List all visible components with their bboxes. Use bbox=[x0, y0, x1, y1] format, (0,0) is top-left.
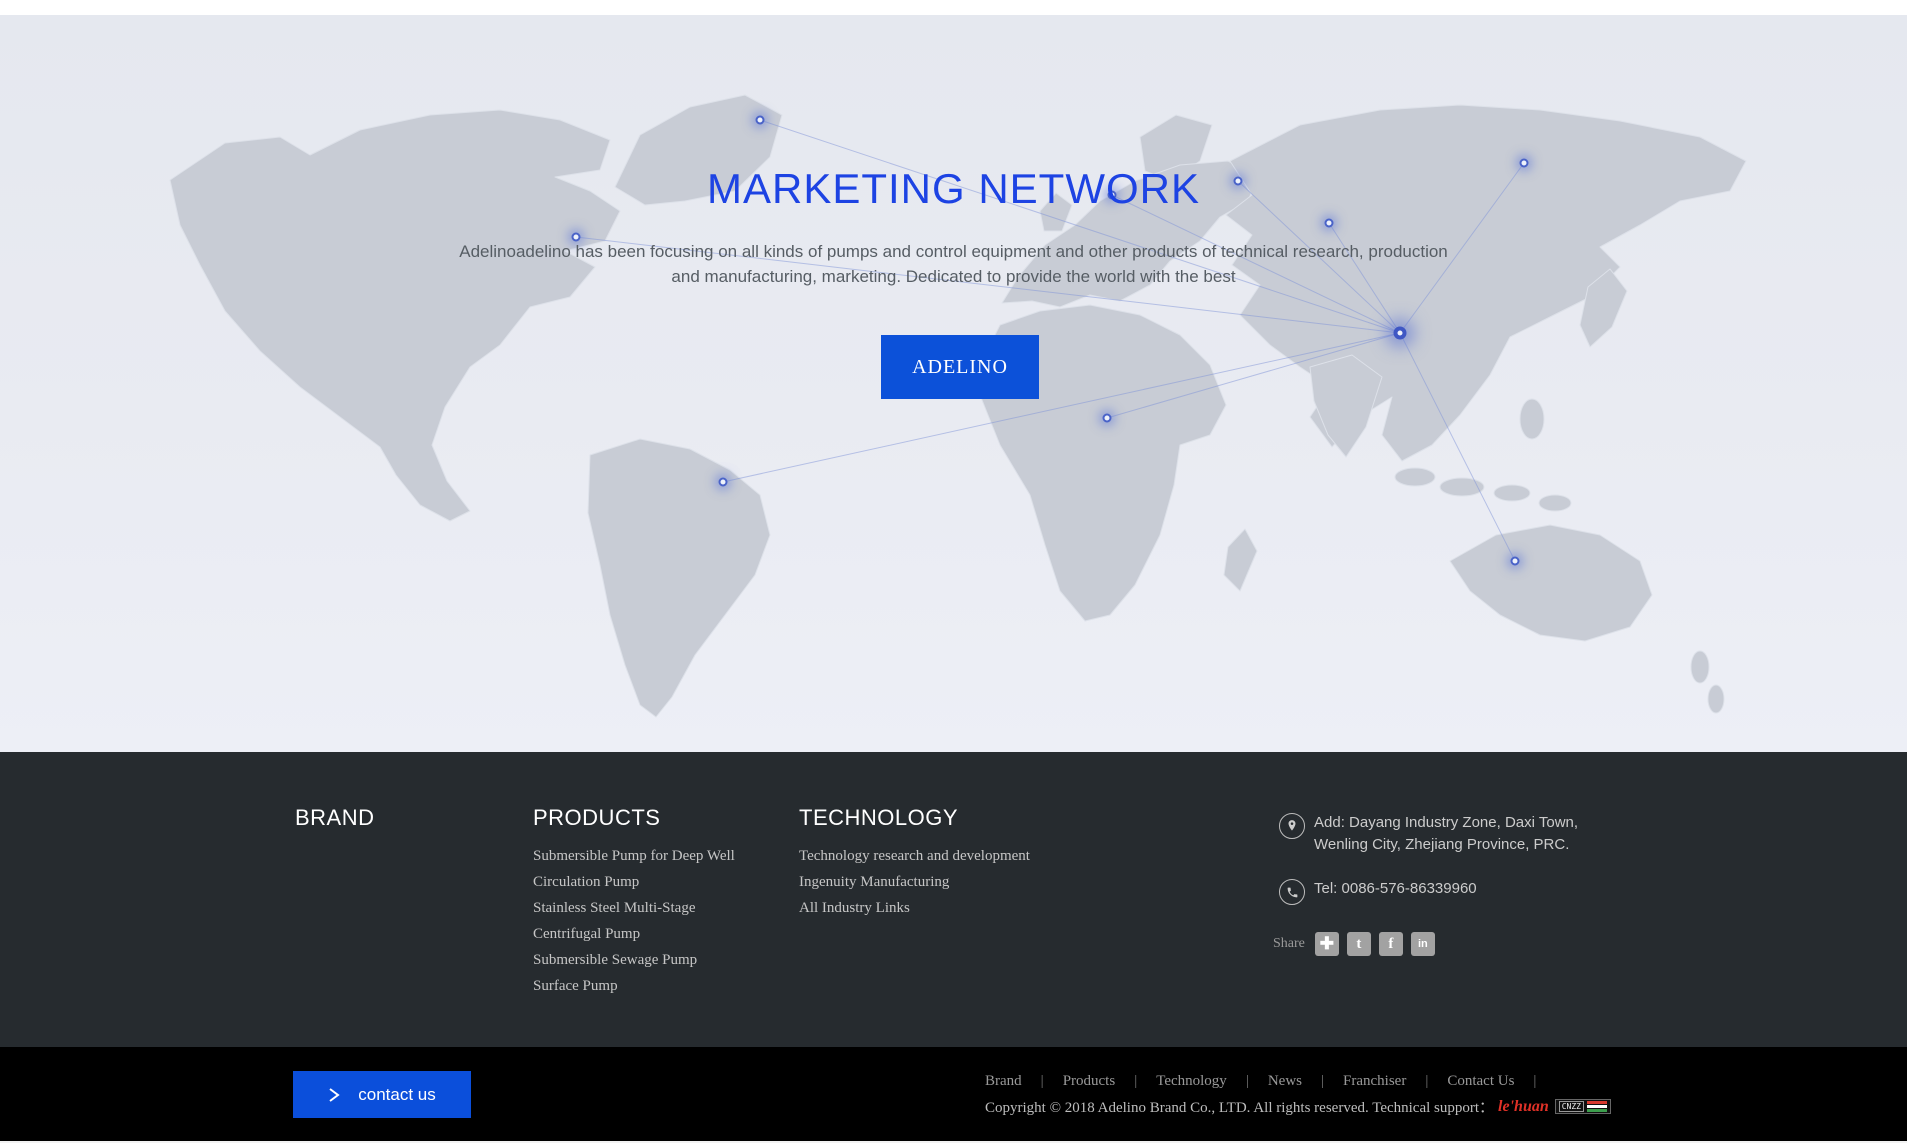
footer-column-products: PRODUCTS Submersible Pump for Deep Well … bbox=[533, 805, 765, 999]
bottom-nav-franchiser[interactable]: Franchiser bbox=[1343, 1073, 1406, 1090]
bottom-nav-technology[interactable]: Technology bbox=[1156, 1073, 1227, 1090]
footer-link-product[interactable]: Submersible Pump for Deep Well bbox=[533, 843, 765, 869]
bottom-bar: contact us Brand | Products | Technology… bbox=[0, 1047, 1907, 1143]
twitter-icon[interactable]: t bbox=[1347, 932, 1371, 956]
hero-section: MARKETING NETWORK Adelinoadelino has bee… bbox=[0, 15, 1907, 752]
nav-separator: | bbox=[1246, 1073, 1249, 1090]
map-location-dot-brazil bbox=[719, 478, 728, 487]
bottom-nav-news[interactable]: News bbox=[1268, 1073, 1302, 1090]
telephone-row: Tel: 0086-576-86339960 bbox=[1279, 878, 1639, 900]
map-hub-dot-china bbox=[1394, 327, 1407, 340]
copyright-row: Copyright © 2018 Adelino Brand Co., LTD.… bbox=[985, 1096, 1611, 1117]
footer-link-technology[interactable]: Technology research and development bbox=[799, 843, 1059, 869]
footer-link-product[interactable]: Circulation Pump bbox=[533, 869, 765, 895]
footer-link-product[interactable]: Stainless Steel Multi-Stage Centrifugal … bbox=[533, 895, 765, 947]
facebook-icon[interactable]: f bbox=[1379, 932, 1403, 956]
footer-link-product[interactable]: Submersible Sewage Pump bbox=[533, 947, 765, 973]
nav-separator: | bbox=[1041, 1073, 1044, 1090]
hero-description-line2: and manufacturing, marketing. Dedicated … bbox=[0, 264, 1907, 289]
map-location-dot-central-asia bbox=[1325, 219, 1334, 228]
location-pin-icon bbox=[1279, 813, 1305, 839]
contact-us-button[interactable]: contact us bbox=[293, 1071, 471, 1118]
map-location-dot-greenland bbox=[756, 116, 765, 125]
marketing-network-page: MARKETING NETWORK Adelinoadelino has bee… bbox=[0, 0, 1907, 1143]
bottom-nav: Brand | Products | Technology | News | F… bbox=[985, 1073, 1555, 1090]
cnzz-stripes-icon bbox=[1587, 1101, 1607, 1112]
hero-description-line1: Adelinoadelino has been focusing on all … bbox=[0, 239, 1907, 264]
address-line2: Wenling City, Zhejiang Province, PRC. bbox=[1314, 834, 1639, 856]
bottom-nav-contact-us[interactable]: Contact Us bbox=[1447, 1073, 1514, 1090]
footer-heading-brand: BRAND bbox=[295, 805, 375, 831]
address-line1: Add: Dayang Industry Zone, Daxi Town, bbox=[1314, 812, 1639, 834]
footer-link-technology[interactable]: All Industry Links bbox=[799, 895, 1059, 921]
share-row: Share ✚ t f in bbox=[1273, 932, 1443, 956]
copyright-text: Copyright © 2018 Adelino Brand Co., LTD.… bbox=[985, 1096, 1494, 1117]
footer-section: BRAND PRODUCTS Submersible Pump for Deep… bbox=[0, 752, 1907, 1047]
bottom-nav-brand[interactable]: Brand bbox=[985, 1073, 1022, 1090]
chevron-right-icon bbox=[328, 1087, 340, 1103]
share-plus-icon[interactable]: ✚ bbox=[1315, 932, 1339, 956]
footer-column-technology: TECHNOLOGY Technology research and devel… bbox=[799, 805, 1059, 921]
telephone-number: Tel: 0086-576-86339960 bbox=[1314, 878, 1639, 900]
contact-us-label: contact us bbox=[358, 1085, 436, 1105]
map-location-dot-africa bbox=[1103, 414, 1112, 423]
cnzz-badge[interactable]: CNZZ bbox=[1555, 1099, 1611, 1114]
cnzz-label: CNZZ bbox=[1559, 1101, 1584, 1112]
nav-separator: | bbox=[1134, 1073, 1137, 1090]
footer-heading-products: PRODUCTS bbox=[533, 805, 765, 831]
nav-separator: | bbox=[1533, 1073, 1536, 1090]
adelino-button[interactable]: ADELINO bbox=[881, 335, 1039, 399]
footer-contact-block: Add: Dayang Industry Zone, Daxi Town, We… bbox=[1279, 812, 1639, 900]
page-title: MARKETING NETWORK bbox=[0, 165, 1907, 213]
bottom-nav-products[interactable]: Products bbox=[1063, 1073, 1116, 1090]
map-location-dot-australia bbox=[1511, 557, 1520, 566]
hero-description: Adelinoadelino has been focusing on all … bbox=[0, 239, 1907, 289]
footer-heading-technology: TECHNOLOGY bbox=[799, 805, 1059, 831]
phone-icon bbox=[1279, 879, 1305, 905]
footer-link-product[interactable]: Surface Pump bbox=[533, 973, 765, 999]
footer-link-technology[interactable]: Ingenuity Manufacturing bbox=[799, 869, 1059, 895]
lehuan-logo[interactable]: le'huan bbox=[1498, 1098, 1549, 1116]
nav-separator: | bbox=[1425, 1073, 1428, 1090]
address-row: Add: Dayang Industry Zone, Daxi Town, We… bbox=[1279, 812, 1639, 856]
nav-separator: | bbox=[1321, 1073, 1324, 1090]
footer-column-brand: BRAND bbox=[295, 805, 375, 843]
linkedin-icon[interactable]: in bbox=[1411, 932, 1435, 956]
share-label: Share bbox=[1273, 936, 1305, 952]
